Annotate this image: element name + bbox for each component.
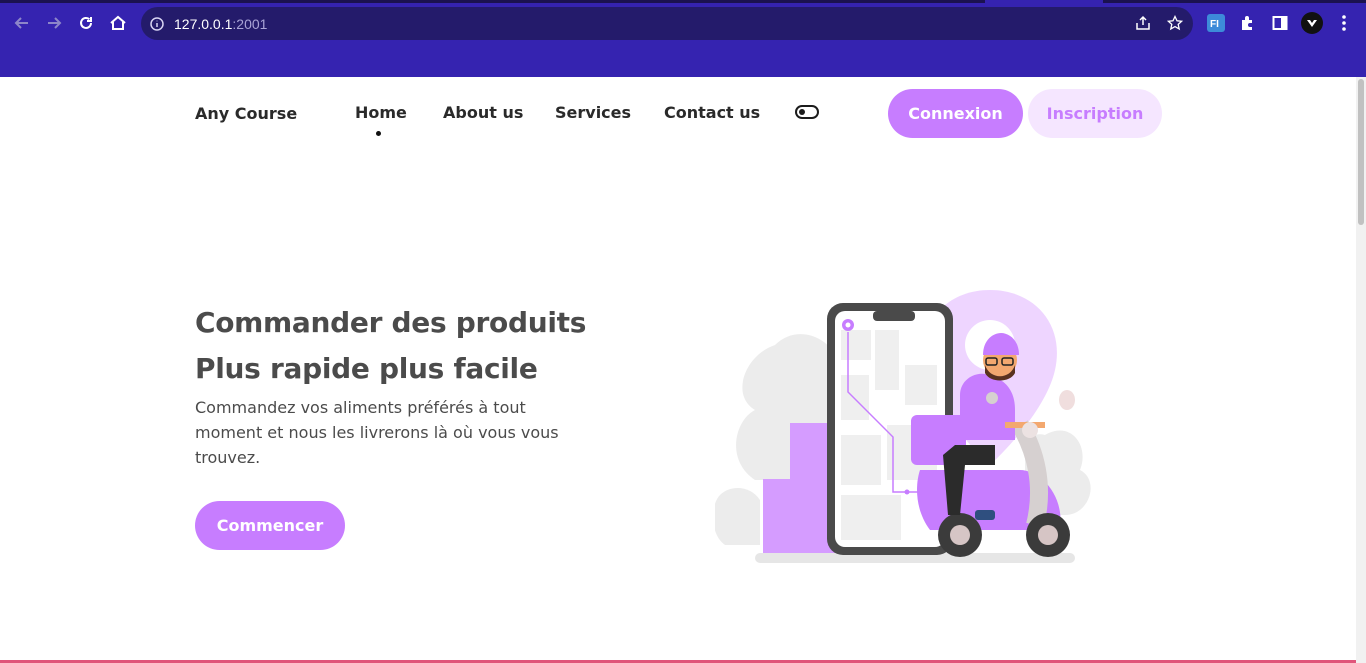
url-port: :2001: [232, 16, 268, 32]
nav-link-home[interactable]: Home: [355, 103, 407, 122]
login-button[interactable]: Connexion: [888, 89, 1023, 138]
menu-dots-icon[interactable]: [1333, 12, 1355, 34]
star-icon[interactable]: [1166, 14, 1184, 35]
hero-description: Commandez vos aliments préférés à tout m…: [195, 398, 559, 467]
extension-label: FI: [1210, 19, 1219, 30]
nav-link-contact[interactable]: Contact us: [664, 103, 760, 122]
page-scrollbar[interactable]: [1356, 77, 1366, 663]
nav-link-services[interactable]: Services: [555, 103, 631, 122]
browser-toolbar: 127.0.0.1:2001 FI: [0, 3, 1366, 44]
hero-title-line1: Commander des produits: [195, 306, 587, 339]
profile-avatar-icon[interactable]: [1301, 12, 1323, 34]
share-icon[interactable]: [1135, 15, 1151, 35]
url-host: 127.0.0.1: [174, 16, 233, 32]
extension-fi-icon[interactable]: FI: [1205, 12, 1227, 34]
nav-link-about[interactable]: About us: [443, 103, 523, 122]
start-button[interactable]: Commencer: [195, 501, 345, 550]
reload-icon[interactable]: [74, 11, 98, 35]
puzzle-icon[interactable]: [1237, 12, 1259, 34]
back-arrow-icon[interactable]: [10, 11, 34, 35]
info-icon[interactable]: [150, 16, 164, 35]
forward-arrow-icon[interactable]: [42, 11, 66, 35]
url-text: 127.0.0.1:2001: [174, 16, 267, 32]
home-icon[interactable]: [106, 11, 130, 35]
theme-toggle[interactable]: [795, 105, 819, 119]
address-bar[interactable]: 127.0.0.1:2001: [141, 7, 1193, 40]
scrollbar-thumb[interactable]: [1358, 79, 1364, 225]
side-panel-icon[interactable]: [1269, 12, 1291, 34]
brand-logo[interactable]: Any Course: [195, 104, 297, 123]
active-indicator-dot: [376, 131, 381, 136]
delivery-illustration: [713, 285, 1115, 570]
hero-title-line2: Plus rapide plus facile: [195, 352, 538, 385]
signup-button[interactable]: Inscription: [1028, 89, 1162, 138]
toggle-knob: [799, 109, 805, 115]
